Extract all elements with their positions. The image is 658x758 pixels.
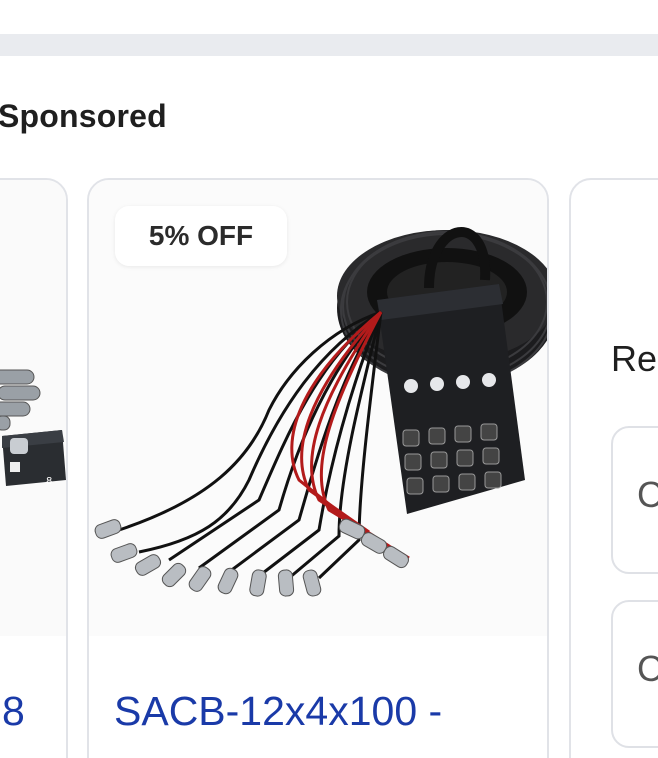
section-title: Sponsored [0, 98, 167, 134]
section-divider [0, 34, 658, 56]
svg-text:8: 8 [46, 476, 52, 487]
product-image[interactable]: 5% OFF [89, 180, 547, 636]
product-card-right[interactable]: Re C C [569, 178, 658, 758]
option-label: C [637, 474, 658, 516]
option-label: C [637, 648, 658, 690]
card-label: Re [611, 338, 658, 379]
product-card[interactable]: 5% OFF SACB-12x4x100 - [87, 178, 549, 758]
page: Sponsored 8 8 5% OFF SACB-12x4x100 - Re [0, 0, 658, 758]
product-title-link[interactable]: 8 [2, 688, 25, 735]
product-title-link[interactable]: SACB-12x4x100 - [114, 688, 442, 735]
product-image[interactable]: 8 [0, 180, 66, 636]
option-button[interactable]: C [611, 426, 658, 574]
product-card-left[interactable]: 8 8 [0, 178, 68, 758]
option-button[interactable]: C [611, 600, 658, 748]
discount-badge: 5% OFF [115, 206, 287, 266]
